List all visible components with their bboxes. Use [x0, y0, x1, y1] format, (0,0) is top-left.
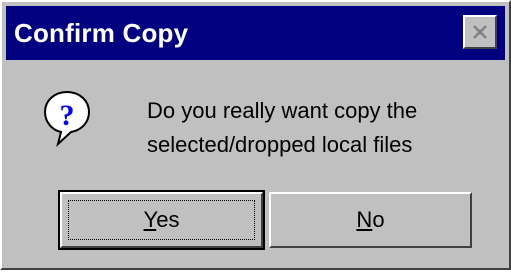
question-icon: ? [42, 89, 92, 148]
dialog-title: Confirm Copy [14, 18, 189, 48]
no-button[interactable]: No [269, 192, 472, 248]
no-mnemonic: N [356, 207, 373, 232]
focus-rectangle [68, 200, 255, 240]
message-line-1: Do you really want copy the [147, 98, 418, 123]
yes-button[interactable]: Yes [58, 190, 265, 250]
message-text: Do you really want copy the selected/dro… [147, 94, 417, 162]
message-line-2: selected/dropped local files [147, 132, 413, 157]
no-button-label: No [356, 207, 384, 233]
close-button[interactable] [463, 15, 497, 49]
close-icon [473, 25, 487, 39]
svg-text:?: ? [60, 99, 75, 132]
confirm-copy-dialog: Confirm Copy ? Do you really want copy t… [0, 0, 511, 270]
no-label-rest: o [372, 207, 385, 232]
title-bar: Confirm Copy [6, 6, 505, 60]
